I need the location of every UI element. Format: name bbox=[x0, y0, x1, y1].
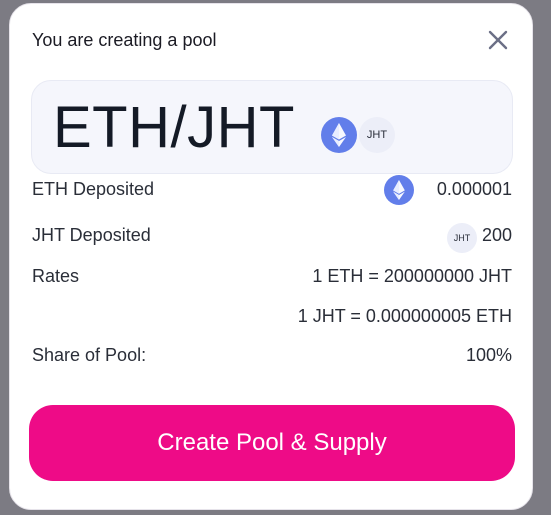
jht-token-icon: JHT bbox=[447, 223, 477, 253]
rate-eth-to-jht: 1 ETH = 200000000 JHT bbox=[312, 266, 512, 286]
pair-name: ETH/JHT bbox=[53, 95, 295, 160]
rates-label: Rates bbox=[32, 266, 80, 286]
create-pool-modal: You are creating a pool ETH/JHT JHT ETH … bbox=[9, 3, 533, 510]
eth-icon bbox=[321, 117, 357, 153]
jht-deposited-label: JHT Deposited bbox=[32, 225, 151, 245]
eth-deposited-label: ETH Deposited bbox=[32, 179, 155, 199]
jht-deposited-value: 200 bbox=[481, 225, 512, 245]
jht-token-icon: JHT bbox=[359, 117, 395, 153]
share-of-pool-value: 100% bbox=[465, 345, 512, 365]
close-icon[interactable] bbox=[484, 26, 512, 54]
eth-icon bbox=[384, 175, 414, 205]
eth-deposited-value: 0.000001 bbox=[436, 179, 512, 199]
create-pool-supply-button[interactable]: Create Pool & Supply bbox=[29, 405, 515, 481]
modal-title: You are creating a pool bbox=[32, 30, 217, 50]
rate-jht-to-eth: 1 JHT = 0.000000005 ETH bbox=[297, 306, 512, 326]
pair-summary: ETH/JHT JHT bbox=[31, 80, 513, 174]
share-of-pool-label: Share of Pool: bbox=[32, 345, 147, 365]
